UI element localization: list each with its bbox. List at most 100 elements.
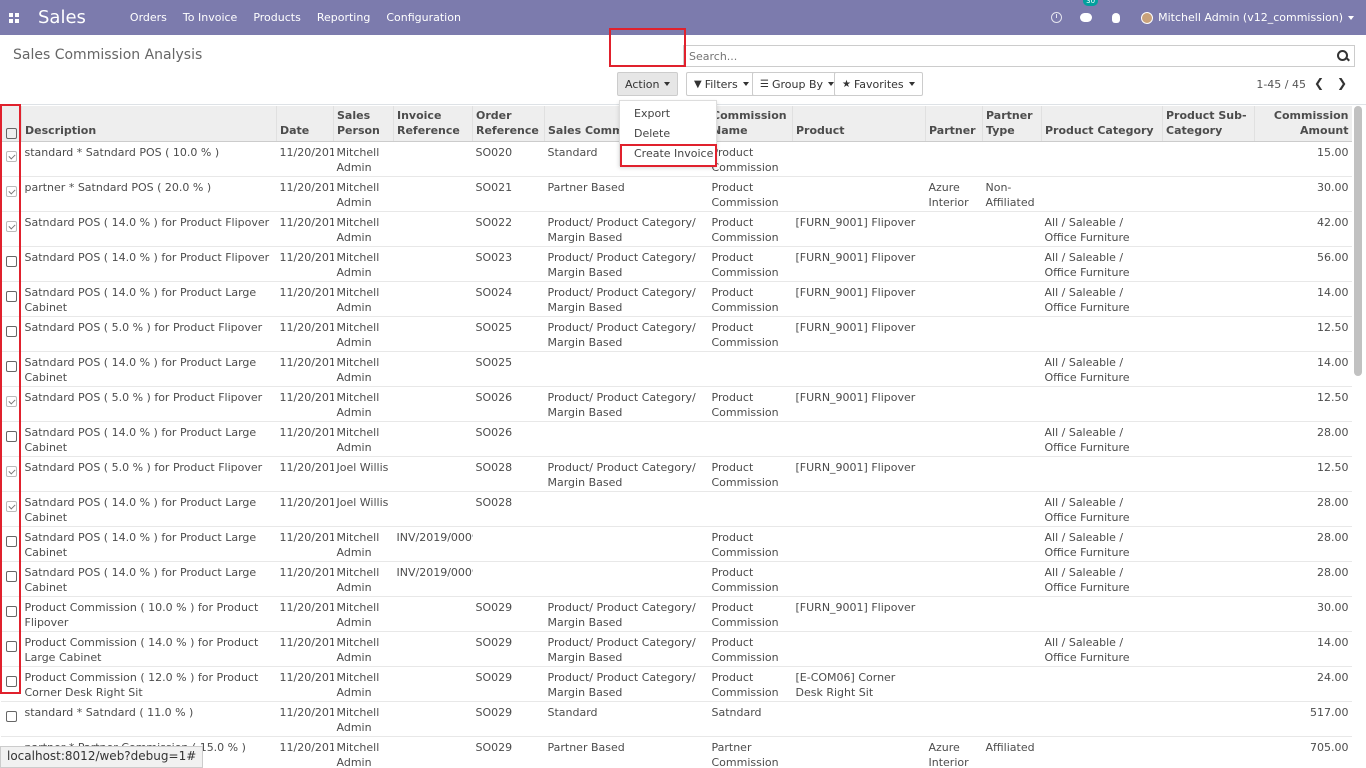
menu-to-invoice[interactable]: To Invoice [183,11,237,24]
table-row[interactable]: Satndard POS ( 14.0 % ) for Product Larg… [0,561,1352,597]
column-header[interactable]: Partner [925,106,983,142]
table-cell [393,386,473,422]
table-row[interactable]: Satndard POS ( 14.0 % ) for Product Larg… [0,491,1352,527]
action-button[interactable]: Action [617,72,679,96]
table-cell: Mitchell Admin [333,246,394,282]
table-cell [925,281,983,317]
table-cell: Product/ Product Category/ Margin Based [544,281,709,317]
table-cell [925,491,983,527]
table-row[interactable]: Satndard POS ( 5.0 % ) for Product Flipo… [0,316,1352,352]
table-row[interactable]: partner * Satndard POS ( 20.0 % ) 11/20/2… [0,176,1352,212]
apps-menu-icon[interactable] [0,0,28,35]
page-title: Sales Commission Analysis [13,47,203,63]
chat-messages-icon[interactable]: 30 [1071,0,1101,35]
table-cell [925,421,983,457]
table-cell [393,421,473,457]
table-cell [1162,281,1255,317]
menu-reporting[interactable]: Reporting [317,11,370,24]
search-input[interactable] [684,46,1332,66]
table-row[interactable]: Satndard POS ( 14.0 % ) for Product Larg… [0,281,1352,317]
table-row[interactable]: Product Commission ( 14.0 % ) for Produc… [0,631,1352,667]
column-header[interactable]: Product Sub-Category [1162,106,1255,142]
table-row[interactable]: Satndard POS ( 14.0 % ) for Product Flip… [0,246,1352,282]
table-cell [982,526,1042,562]
filters-button[interactable]: ▼ Filters [686,72,757,96]
table-cell [1162,246,1255,282]
table-cell: Product/ Product Category/ Margin Based [544,316,709,352]
row-checkbox[interactable] [5,710,17,722]
column-header[interactable]: Invoice Reference [393,106,473,142]
debug-bug-icon[interactable] [1101,0,1131,35]
pager-next-icon[interactable]: ❯ [1337,76,1347,90]
table-cell: SO025 [472,351,545,387]
menu-products[interactable]: Products [253,11,301,24]
column-header[interactable]: Product [792,106,926,142]
table-cell [1162,701,1255,737]
table-cell [393,281,473,317]
column-header[interactable]: Product Category [1041,106,1163,142]
menu-configuration[interactable]: Configuration [386,11,461,24]
table-cell: Satndard POS ( 5.0 % ) for Product Flipo… [21,456,277,492]
activity-clock-icon[interactable] [1041,0,1071,35]
table-cell: 11/20/2019 [276,491,334,527]
chevron-down-icon [742,82,749,86]
row-select-cell [0,701,22,737]
table-row[interactable]: Satndard POS ( 5.0 % ) for Product Flipo… [0,456,1352,492]
search-icon[interactable] [1332,46,1354,66]
table-cell [925,701,983,737]
table-cell: Joel Willis [333,491,394,527]
favorites-button[interactable]: ★ Favorites [834,72,923,96]
table-cell [393,141,473,177]
table-cell: 11/20/2019 [276,631,334,667]
menu-item-export[interactable]: Export [634,107,670,120]
table-row[interactable]: Satndard POS ( 5.0 % ) for Product Flipo… [0,386,1352,422]
table-row[interactable]: standard * Satndard ( 11.0 % )11/20/2019… [0,701,1352,737]
list-view: Description Date Sales Person Invoice Re… [0,106,1352,768]
table-row[interactable]: Product Commission ( 10.0 % ) for Produc… [0,596,1352,632]
table-cell [1162,386,1255,422]
table-cell: Mitchell Admin [333,421,394,457]
pager-value[interactable]: 1-45 / 45 [1256,78,1306,91]
table-cell: Product/ Product Category/ Margin Based [544,456,709,492]
table-cell: Product/ Product Category/ Margin Based [544,211,709,247]
table-cell: SO028 [472,456,545,492]
star-icon: ★ [842,78,851,90]
status-bar-url: localhost:8012/web?debug=1# [0,746,204,768]
table-cell [1162,596,1255,632]
table-cell [544,351,709,387]
column-header[interactable]: Order Reference [472,106,545,142]
table-row[interactable]: Product Commission ( 12.0 % ) for Produc… [0,666,1352,702]
menu-orders[interactable]: Orders [130,11,167,24]
table-cell [1041,141,1163,177]
column-header[interactable]: Commission Name [708,106,793,142]
table-row[interactable]: Satndard POS ( 14.0 % ) for Product Flip… [0,211,1352,247]
table-cell: Non-Affiliated [982,176,1042,212]
table-cell: Mitchell Admin [333,386,394,422]
user-menu[interactable]: Mitchell Admin (v12_commission) [1141,11,1354,24]
table-cell [925,246,983,282]
table-cell: Satndard POS ( 14.0 % ) for Product Larg… [21,526,277,562]
column-header[interactable]: Date [276,106,334,142]
table-cell [1041,456,1163,492]
column-header[interactable]: Commission Amount [1254,106,1352,142]
pager-previous-icon[interactable]: ❮ [1314,76,1324,90]
column-header[interactable]: Sales Person [333,106,394,142]
table-row[interactable]: Satndard POS ( 14.0 % ) for Product Larg… [0,351,1352,387]
table-row[interactable]: Satndard POS ( 14.0 % ) for Product Larg… [0,526,1352,562]
group-by-button[interactable]: ☰ Group By [752,72,843,96]
table-cell: SO024 [472,281,545,317]
column-header[interactable]: Description [21,106,277,142]
table-cell: Azure Interior [925,736,983,768]
table-row[interactable]: Satndard POS ( 14.0 % ) for Product Larg… [0,421,1352,457]
table-cell [982,491,1042,527]
table-cell [925,631,983,667]
table-cell: Product/ Product Category/ Margin Based [544,246,709,282]
table-cell: 11/20/2019 [276,456,334,492]
column-header[interactable]: Partner Type [982,106,1042,142]
app-brand[interactable]: Sales [38,7,86,28]
table-cell: Mitchell Admin [333,596,394,632]
menu-item-delete[interactable]: Delete [634,127,670,140]
vertical-scrollbar[interactable] [1354,106,1362,376]
table-body: standard * Satndard POS ( 10.0 % ) 11/20/… [0,141,1352,768]
table-cell [982,246,1042,282]
